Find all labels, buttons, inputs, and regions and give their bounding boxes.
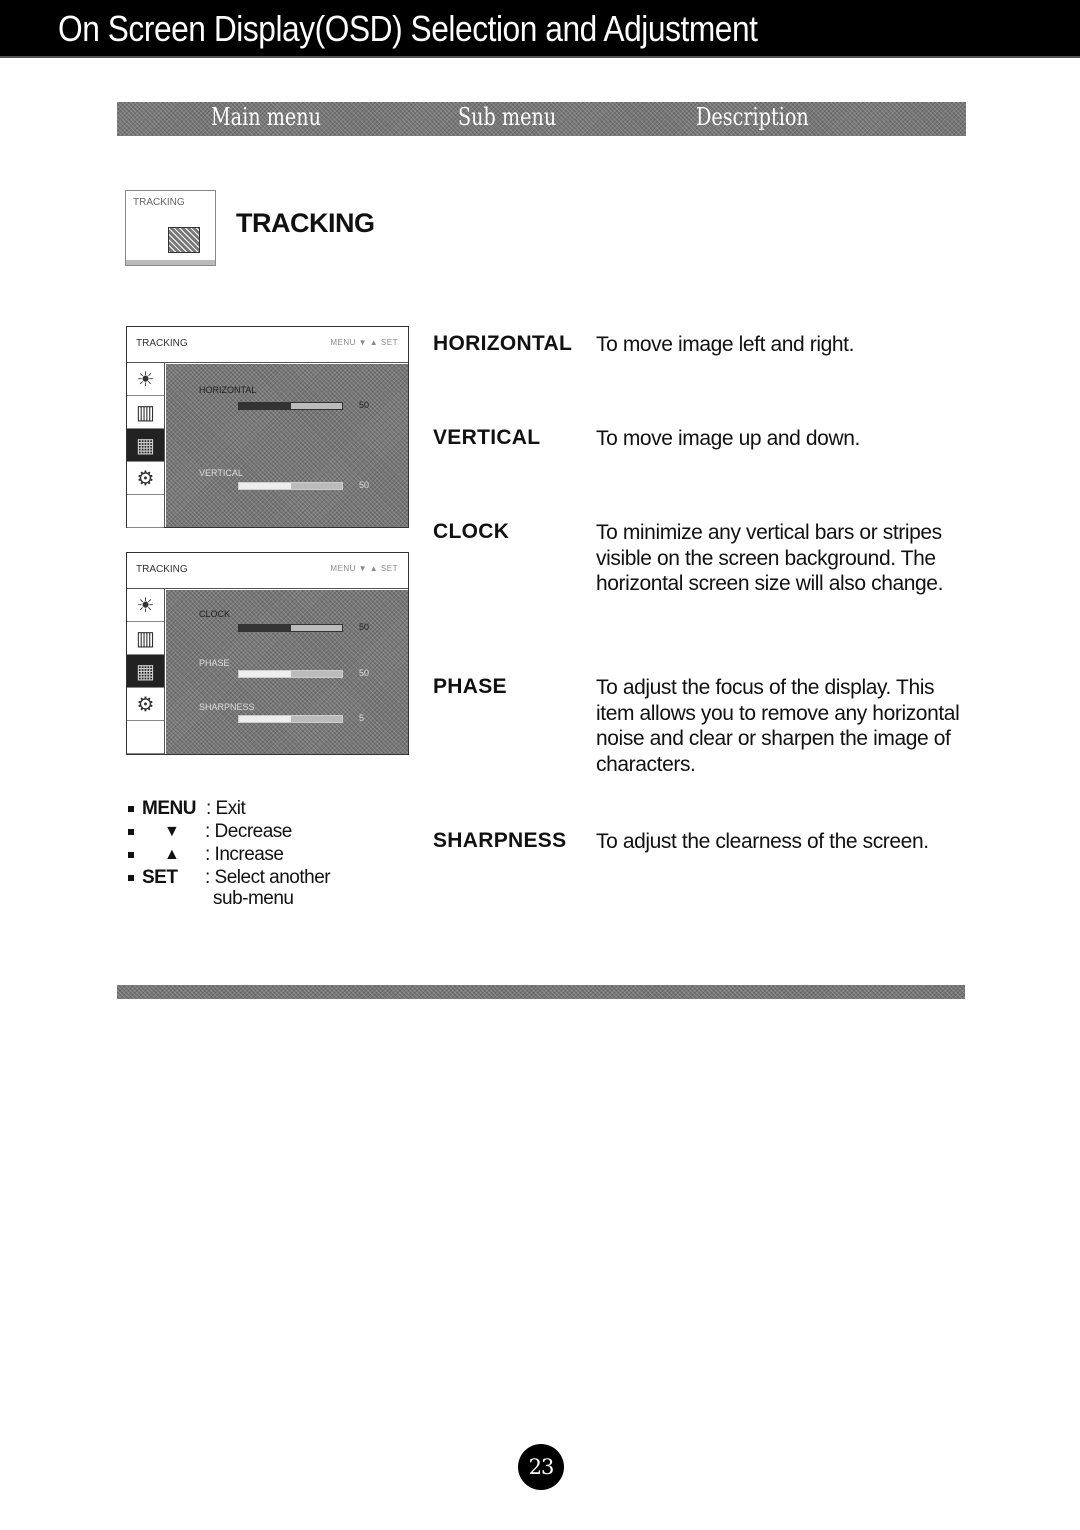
- osd-item-label: VERTICAL: [199, 468, 243, 478]
- osd-slider[interactable]: [238, 670, 343, 678]
- setup-icon: ⚙: [127, 462, 164, 495]
- brightness-icon: ☀: [127, 363, 164, 396]
- main-menu-title: TRACKING: [236, 208, 375, 238]
- column-description: Description: [696, 103, 809, 131]
- legend-desc-continued: sub-menu: [213, 888, 294, 909]
- up-arrow-icon: ▲: [164, 846, 180, 863]
- osd-slider[interactable]: [238, 482, 343, 490]
- osd-keys: MENU ▼ ▲ SET: [330, 338, 398, 347]
- osd-keys: MENU ▼ ▲ SET: [330, 564, 398, 573]
- osd-title: TRACKING: [136, 338, 188, 349]
- legend-key: SET: [142, 867, 178, 888]
- tracking-icon-label: TRACKING: [133, 197, 185, 208]
- page-number: 23: [518, 1444, 564, 1490]
- osd-item-label: HORIZONTAL: [199, 385, 257, 395]
- color-icon: ▥: [127, 396, 164, 429]
- osd-slider[interactable]: [238, 402, 343, 410]
- osd-item-label: CLOCK: [199, 609, 231, 619]
- legend-desc: : Exit: [206, 798, 246, 819]
- footer-divider-bar: [117, 985, 965, 999]
- osd-item-label: PHASE: [199, 658, 230, 668]
- tracking-icon: ▦: [127, 429, 164, 462]
- osd-item-label: SHARPNESS: [199, 702, 255, 712]
- osd-item-value: 50: [359, 480, 370, 490]
- column-main-menu: Main menu: [211, 103, 322, 131]
- color-icon: ▥: [127, 622, 164, 655]
- osd-sidebar: ☀ ▥ ▦ ⚙: [127, 363, 165, 528]
- page-header: On Screen Display(OSD) Selection and Adj…: [0, 0, 1080, 58]
- bullet-icon: [128, 806, 134, 812]
- brightness-icon: ☀: [127, 589, 164, 622]
- legend-desc: : Decrease: [205, 821, 292, 842]
- osd-body: CLOCK 50 PHASE 50 SHARPNESS 5: [166, 590, 408, 754]
- osd-item-value: 5: [359, 713, 365, 723]
- osd-sidebar: ☀ ▥ ▦ ⚙: [127, 589, 165, 754]
- entry-desc: To minimize any vertical bars or stripes…: [596, 521, 944, 595]
- entry-name: HORIZONTAL: [433, 332, 573, 355]
- tracking-icon: ▦: [127, 655, 164, 688]
- bullet-icon: [128, 875, 134, 881]
- bullet-icon: [128, 829, 134, 835]
- tracking-menu-icon: TRACKING: [125, 190, 216, 266]
- legend-desc: : Increase: [205, 844, 284, 865]
- osd-item-value: 50: [359, 622, 370, 632]
- osd-header: TRACKING MENU ▼ ▲ SET: [127, 327, 408, 363]
- entry-desc: To adjust the clearness of the screen.: [596, 830, 929, 853]
- bullet-icon: [128, 852, 134, 858]
- down-arrow-icon: ▼: [164, 823, 180, 840]
- osd-slider[interactable]: [238, 715, 343, 723]
- tracking-icon: [168, 227, 200, 253]
- entry-desc: To adjust the focus of the display. This…: [596, 676, 960, 776]
- legend-key: MENU: [142, 798, 196, 819]
- entry-name: CLOCK: [433, 520, 510, 543]
- osd-slider[interactable]: [238, 624, 343, 632]
- setup-icon: ⚙: [127, 688, 164, 721]
- blank-tab: [127, 495, 164, 528]
- osd-item-value: 50: [359, 668, 370, 678]
- column-header-bar: Main menu Sub menu Description: [117, 102, 966, 136]
- blank-tab: [127, 721, 164, 754]
- osd-header: TRACKING MENU ▼ ▲ SET: [127, 553, 408, 589]
- legend-desc: : Select another: [205, 867, 331, 888]
- entry-name: PHASE: [433, 675, 507, 698]
- entry-desc: To move image up and down.: [596, 427, 860, 450]
- column-sub-menu: Sub menu: [458, 103, 557, 131]
- osd-screen-clock-phase-sharpness: TRACKING MENU ▼ ▲ SET ☀ ▥ ▦ ⚙ CLOCK 50 P…: [126, 552, 409, 755]
- osd-screen-horizontal-vertical: TRACKING MENU ▼ ▲ SET ☀ ▥ ▦ ⚙ HORIZONTAL…: [126, 326, 409, 528]
- icon-bottom-strip: [126, 260, 215, 265]
- entry-name: SHARPNESS: [433, 829, 567, 852]
- entry-name: VERTICAL: [433, 426, 541, 449]
- osd-body: HORIZONTAL 50 VERTICAL 50: [166, 364, 408, 527]
- osd-item-value: 50: [359, 400, 370, 410]
- page-title: On Screen Display(OSD) Selection and Adj…: [58, 8, 758, 49]
- osd-title: TRACKING: [136, 564, 188, 575]
- entry-desc: To move image left and right.: [596, 333, 855, 356]
